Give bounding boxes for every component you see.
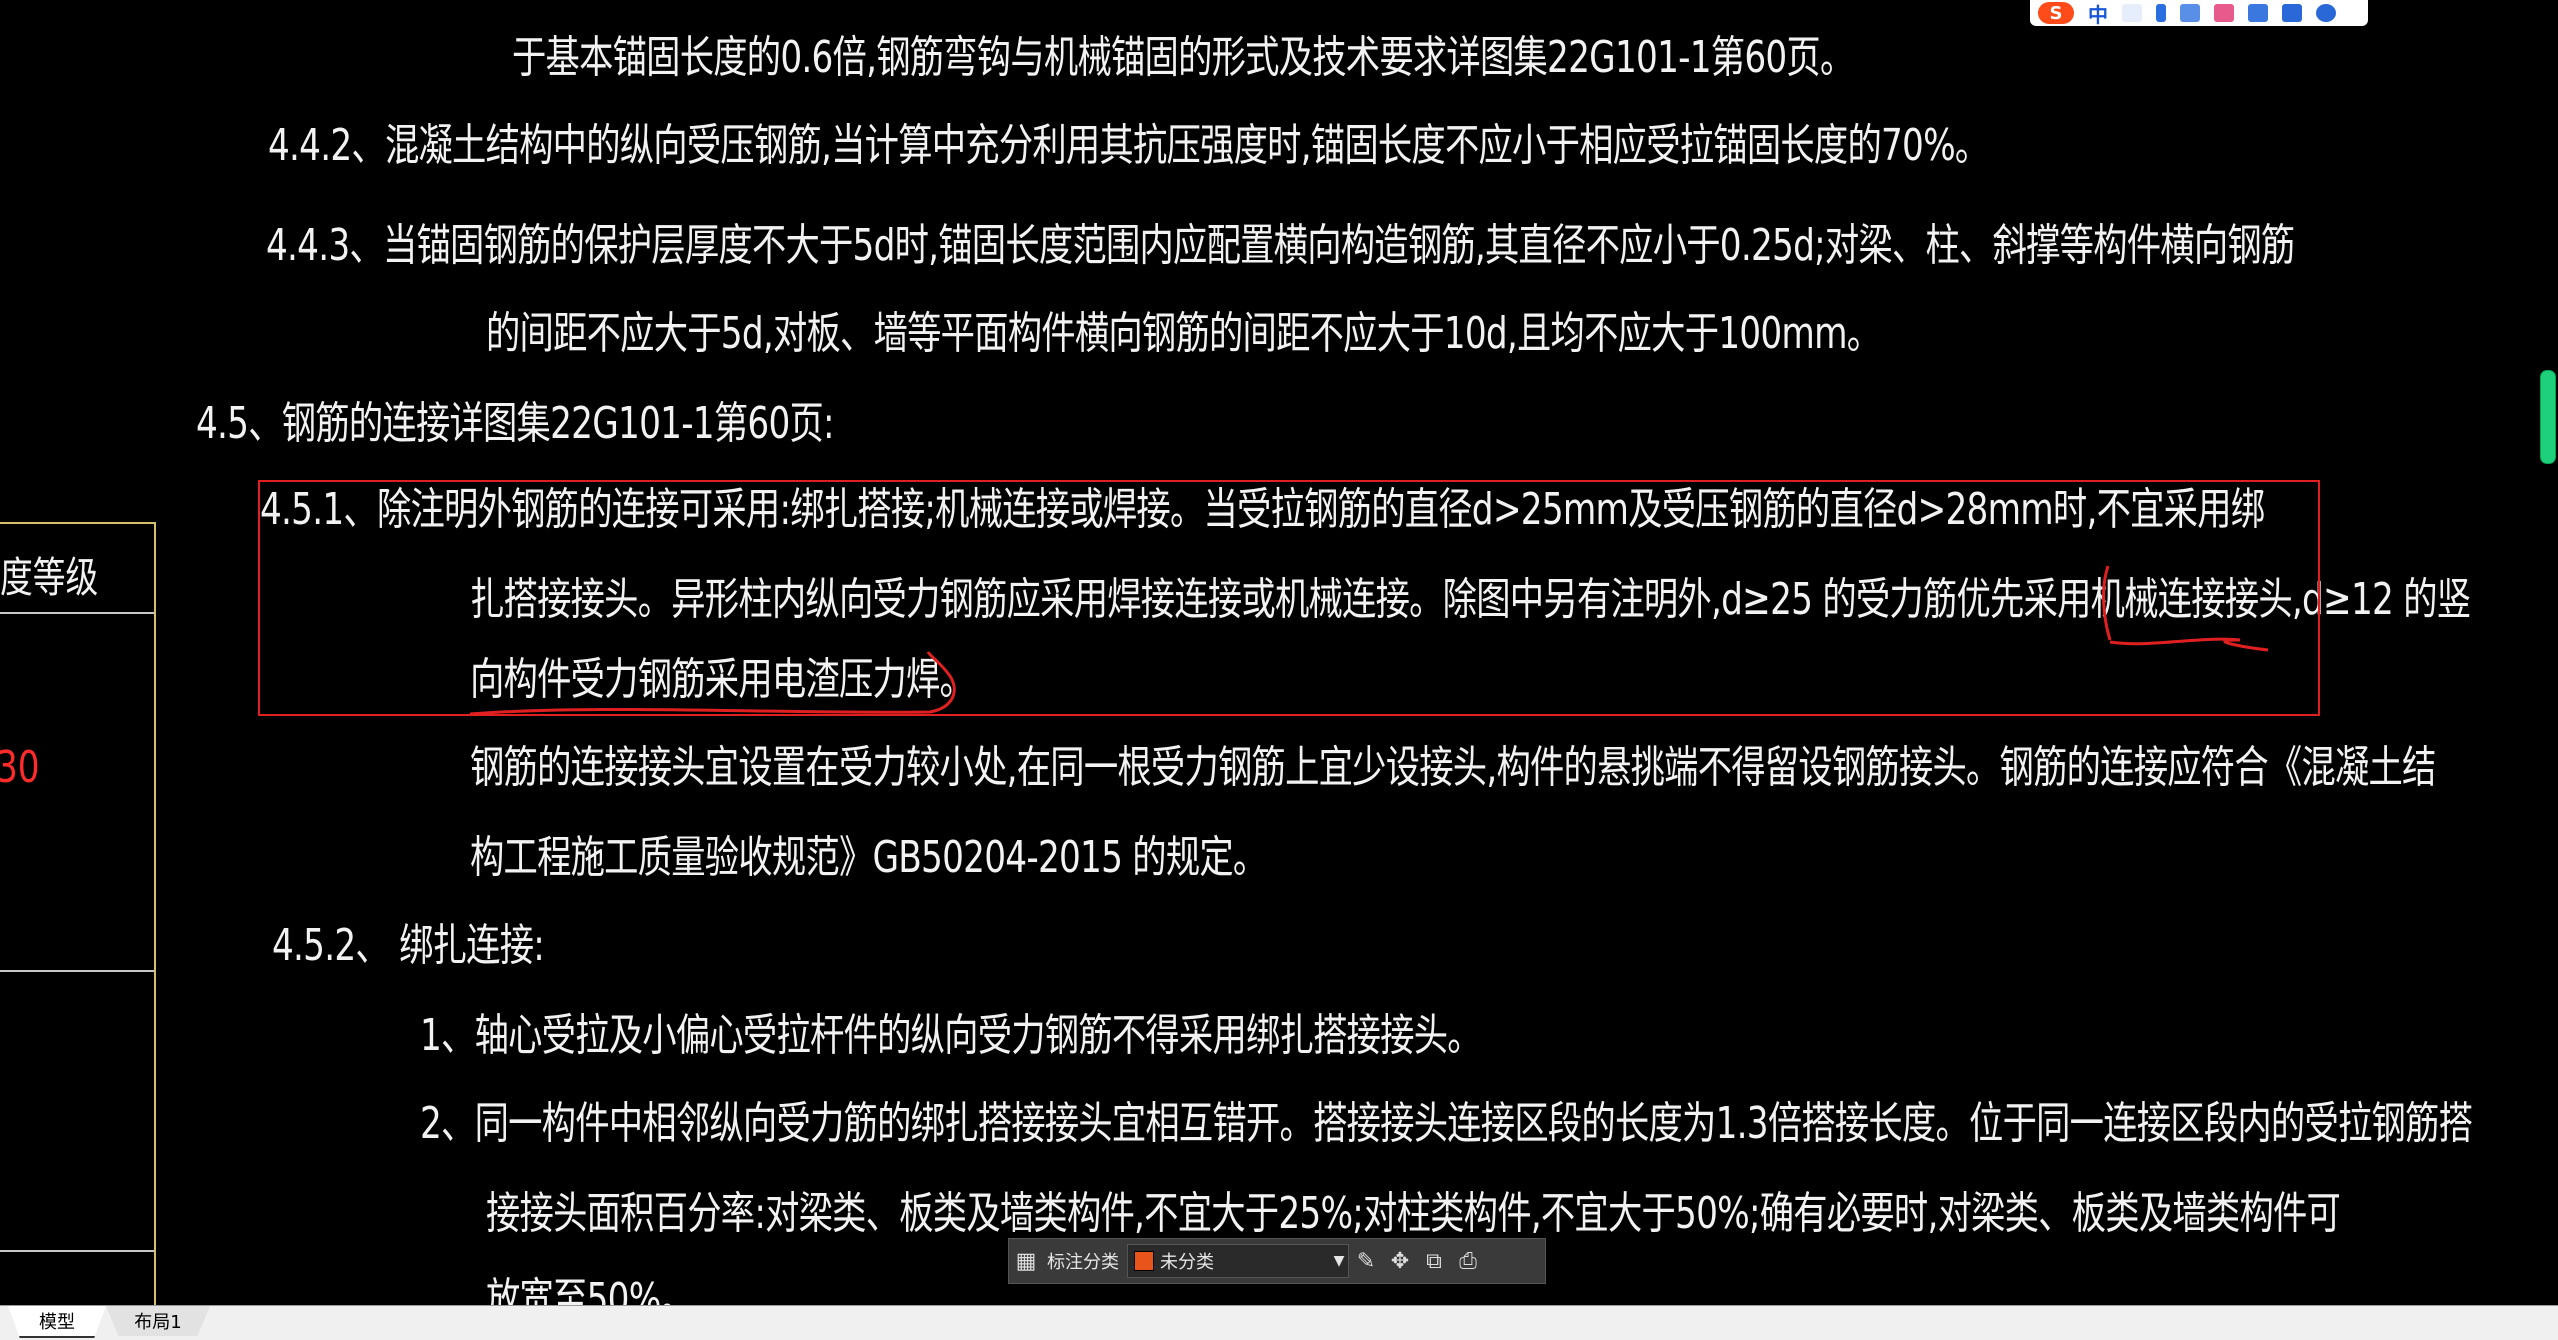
table-value-grade: C30 (0, 742, 40, 793)
table-row-divider (0, 1250, 154, 1252)
doc-line: 2、同一构件中相邻纵向受力筋的绑扎搭接接头宜相互错开。搭接接头连接区段的长度为1… (420, 1098, 2473, 1149)
keyboard-icon[interactable] (2180, 4, 2200, 22)
grid-icon[interactable]: ▦ (1009, 1244, 1043, 1278)
annotation-category-label: 标注分类 (1047, 1252, 1119, 1273)
toolbox-icon[interactable] (2282, 4, 2302, 22)
category-value: 未分类 (1160, 1252, 1214, 1273)
doc-heading: 4.5、钢筋的连接详图集22G101-1第60页: (196, 398, 835, 449)
doc-line: 4.4.3、当锚固钢筋的保护层厚度不大于5d时,锚固长度范围内应配置横向构造钢筋… (266, 220, 2295, 271)
vertical-scrollbar[interactable] (2540, 370, 2556, 464)
table-row-divider (0, 612, 154, 614)
copy-icon[interactable]: ⧉ (1417, 1244, 1451, 1278)
layout-tab-bar: 模型 布局1 (0, 1305, 2558, 1340)
sogou-logo-icon[interactable]: S (2038, 2, 2074, 24)
category-color-swatch (1134, 1251, 1154, 1271)
microphone-icon[interactable] (2156, 4, 2166, 22)
doc-line: 钢筋的连接接头宜设置在受力较小处,在同一根受力钢筋上宜少设接头,构件的悬挑端不得… (470, 742, 2436, 793)
settings-icon[interactable] (2316, 4, 2336, 22)
annotation-category-select[interactable]: 未分类 ▼ (1127, 1244, 1349, 1278)
game-icon[interactable] (2248, 4, 2268, 22)
doc-line: 于基本锚固长度的0.6倍,钢筋弯钩与机械锚固的形式及技术要求详图集22G101-… (512, 32, 1854, 83)
doc-heading: 4.5.2、 绑扎连接: (272, 920, 545, 971)
doc-line: 4.4.2、混凝土结构中的纵向受压钢筋,当计算中充分利用其抗压强度时,锚固长度不… (268, 120, 1989, 171)
ime-mode-toggle[interactable]: 中 (2088, 0, 2108, 28)
left-table-frame (0, 522, 156, 1305)
annotation-toolbar: ▦ 标注分类 未分类 ▼ ✎ ✥ ⧉ ⎙ (1008, 1238, 1546, 1284)
doc-line: 构工程施工质量验收规范》GB50204-2015 的规定。 (470, 832, 1267, 883)
tab-layout1[interactable]: 布局1 (106, 1306, 210, 1336)
edit-icon[interactable]: ✎ (1349, 1244, 1383, 1278)
doc-line: 的间距不应大于5d,对板、墙等平面构件横向钢筋的间距不应大于10d,且均不应大于… (486, 308, 1881, 359)
chevron-down-icon: ▼ (1333, 1253, 1345, 1269)
ime-toolbar: S 中 (2030, 0, 2368, 28)
doc-line: 接接头面积百分率:对梁类、板类及墙类构件,不宜大于25%;对柱类构件,不宜大于5… (486, 1188, 2341, 1239)
table-top-border (0, 522, 154, 524)
table-row-divider (0, 970, 154, 972)
punctuation-icon[interactable] (2122, 4, 2142, 22)
table-header-grade: 度等级 (0, 553, 99, 602)
doc-line: 1、轴心受拉及小偏心受拉杆件的纵向受力钢筋不得采用绑扎搭接接头。 (420, 1010, 1482, 1061)
annotation-rectangle[interactable] (258, 480, 2320, 716)
skin-icon[interactable] (2214, 4, 2234, 22)
move-icon[interactable]: ✥ (1383, 1244, 1417, 1278)
tab-model[interactable]: 模型 (8, 1306, 106, 1338)
doc-line: 放宽至50%。 (486, 1274, 695, 1305)
cad-drawing-canvas[interactable]: 度等级 C30 于基本锚固长度的0.6倍,钢筋弯钩与机械锚固的形式及技术要求详图… (0, 0, 2558, 1305)
paste-icon[interactable]: ⎙ (1451, 1244, 1485, 1278)
